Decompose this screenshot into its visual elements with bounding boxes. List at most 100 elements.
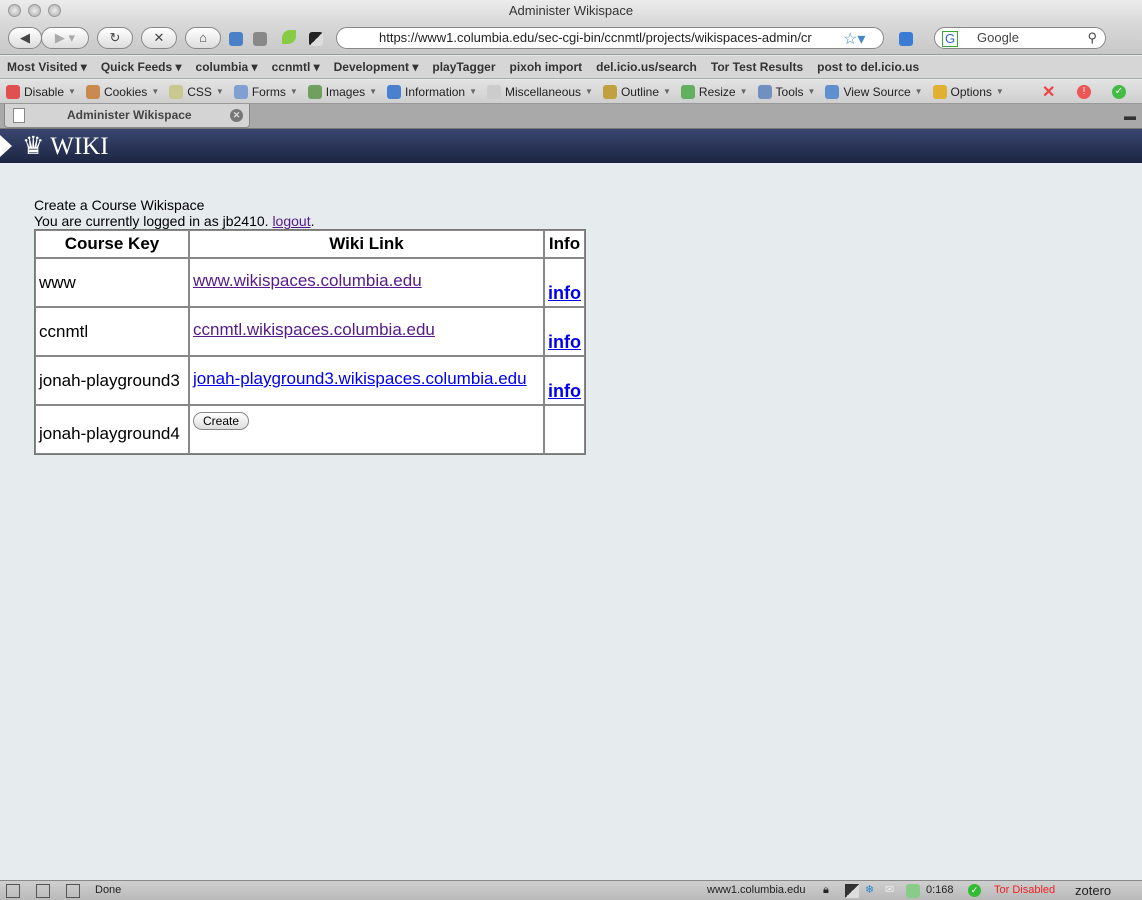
tab-list-icon[interactable]: ▬: [1124, 109, 1136, 123]
warning-icon[interactable]: !: [1077, 84, 1091, 99]
page-heading: Create a Course Wikispace: [34, 197, 205, 213]
download-icon[interactable]: [906, 884, 920, 898]
bookmark-item[interactable]: Most Visited ▾: [7, 60, 87, 74]
error-x-icon[interactable]: ✕: [1042, 82, 1055, 102]
dropdown-arrow-icon: ▼: [739, 87, 748, 96]
tab-administer-wikispace[interactable]: Administer Wikispace ✕: [4, 104, 250, 128]
devbar-miscellaneous-menu[interactable]: Miscellaneous ▼: [487, 84, 593, 99]
close-tab-icon[interactable]: ✕: [230, 109, 243, 122]
css-icon: [169, 84, 184, 99]
wiki-header: ♛ WIKI: [0, 129, 1142, 163]
cookies-icon: [85, 84, 100, 99]
chart-icon[interactable]: [36, 884, 50, 898]
devbar-cookies-menu[interactable]: Cookies ▼: [85, 84, 160, 99]
disable-icon: [6, 84, 20, 99]
lock-icon[interactable]: 🔒︎: [823, 881, 829, 900]
bookmark-item[interactable]: post to del.icio.us: [817, 60, 919, 74]
devbar-options-menu[interactable]: Options ▼: [932, 84, 1004, 99]
check-icon[interactable]: ✓: [968, 884, 981, 897]
wiki-link-cell: jonah-playground3.wikispaces.columbia.ed…: [189, 356, 544, 405]
wiki-link[interactable]: jonah-playground3.wikispaces.columbia.ed…: [193, 369, 527, 388]
info-link[interactable]: info: [548, 283, 581, 303]
miscellaneous-icon: [487, 84, 501, 99]
bookmark-item[interactable]: playTagger: [432, 60, 495, 74]
info-cell: info: [544, 356, 585, 405]
images-icon: [307, 84, 322, 99]
devbar-tools-menu[interactable]: Tools ▼: [757, 84, 815, 99]
status-text: Done: [95, 884, 122, 896]
devbar-css-menu[interactable]: CSS ▼: [169, 84, 224, 99]
url-bar[interactable]: https://www1.columbia.edu/sec-cgi-bin/cc…: [336, 27, 884, 49]
devbar-view-source-menu[interactable]: View Source ▼: [825, 84, 923, 99]
info-cell: info: [544, 258, 585, 307]
extension-icon[interactable]: [253, 32, 267, 46]
minimize-window-button[interactable]: [28, 4, 41, 17]
snowflake-icon[interactable]: ❄: [865, 881, 874, 900]
dropdown-arrow-icon: ▼: [151, 87, 160, 96]
bookmark-icon[interactable]: [229, 32, 243, 46]
devbar-information-menu[interactable]: Information ▼: [387, 84, 477, 99]
page-icon: [13, 108, 25, 123]
zotero-button[interactable]: zotero: [1075, 881, 1111, 900]
home-button[interactable]: ⌂: [185, 27, 221, 49]
devbar-forms-menu[interactable]: Forms ▼: [233, 84, 298, 99]
dropdown-arrow-icon: ▼: [914, 87, 923, 96]
page-content: Create a Course Wikispace You are curren…: [34, 197, 586, 455]
star-icon[interactable]: ☆▾: [843, 29, 865, 49]
amazon-search-icon[interactable]: [899, 32, 913, 46]
stop-button[interactable]: ✕: [141, 27, 177, 49]
bookmark-item[interactable]: ccnmtl ▾: [272, 60, 320, 74]
bookmark-item[interactable]: pixoh import: [510, 60, 583, 74]
leaf-icon[interactable]: [282, 30, 296, 44]
bookmarks-toolbar: Most Visited ▾ Quick Feeds ▾ columbia ▾ …: [0, 56, 1142, 79]
info-link[interactable]: info: [548, 381, 581, 401]
column-header: Wiki Link: [189, 230, 544, 258]
resize-icon: [680, 84, 695, 99]
empty-info-cell: [544, 405, 585, 454]
dropdown-arrow-icon: ▼: [585, 87, 593, 96]
web-developer-toolbar: Disable ▼ Cookies ▼ CSS ▼ Forms ▼ Images ▼ Informa…: [0, 80, 1142, 104]
devbar-outline-menu[interactable]: Outline ▼: [602, 84, 671, 99]
reload-button[interactable]: ↻: [97, 27, 133, 49]
login-status: You are currently logged in as jb2410. l…: [34, 213, 315, 229]
wiki-link[interactable]: www.wikispaces.columbia.edu: [193, 271, 422, 290]
bookmark-item[interactable]: Quick Feeds ▾: [101, 60, 182, 74]
bookmark-item[interactable]: Development ▾: [334, 60, 419, 74]
bookmark-item[interactable]: del.icio.us/search: [596, 60, 697, 74]
inspect-icon[interactable]: [6, 884, 20, 898]
devbar-disable-menu[interactable]: Disable ▼: [6, 84, 76, 99]
checker-icon[interactable]: [309, 32, 323, 46]
google-icon[interactable]: G: [942, 31, 958, 47]
info-link[interactable]: info: [548, 332, 581, 352]
course-key-cell: jonah-playground4: [35, 405, 189, 454]
wiki-link-cell: www.wikispaces.columbia.edu: [189, 258, 544, 307]
zoom-window-button[interactable]: [48, 4, 61, 17]
create-button[interactable]: Create: [193, 412, 250, 430]
logout-link[interactable]: logout: [272, 213, 310, 229]
tor-status[interactable]: Tor Disabled: [994, 881, 1055, 900]
checker-icon[interactable]: [845, 884, 859, 898]
bookmark-item[interactable]: columbia ▾: [196, 60, 258, 74]
dropdown-arrow-icon: ▼: [469, 87, 477, 96]
close-window-button[interactable]: [8, 4, 21, 17]
magnifier-icon[interactable]: ⚲: [1087, 28, 1097, 48]
course-key-cell: ccnmtl: [35, 307, 189, 356]
back-button[interactable]: ◀: [8, 27, 42, 49]
wiki-logo[interactable]: ♛ WIKI: [22, 131, 109, 161]
dropdown-arrow-icon: ▼: [68, 87, 76, 96]
bookmark-item[interactable]: Tor Test Results: [711, 60, 803, 74]
mail-icon[interactable]: ✉: [885, 881, 894, 900]
dropdown-arrow-icon: ▼: [369, 87, 378, 96]
search-input[interactable]: Google ⚲: [934, 27, 1106, 49]
table-row: jonah-playground3 jonah-playground3.wiki…: [35, 356, 585, 405]
forward-button[interactable]: ▶ ▾: [41, 27, 89, 49]
valid-check-icon[interactable]: ✓: [1112, 84, 1126, 99]
column-header: Info: [544, 230, 585, 258]
grid-icon[interactable]: [66, 884, 80, 898]
dropdown-arrow-icon: ▼: [215, 87, 224, 96]
devbar-images-menu[interactable]: Images ▼: [307, 84, 378, 99]
devbar-resize-menu[interactable]: Resize ▼: [680, 84, 748, 99]
wiki-link[interactable]: ccnmtl.wikispaces.columbia.edu: [193, 320, 435, 339]
course-key-cell: www: [35, 258, 189, 307]
dropdown-arrow-icon: ▼: [663, 87, 671, 96]
